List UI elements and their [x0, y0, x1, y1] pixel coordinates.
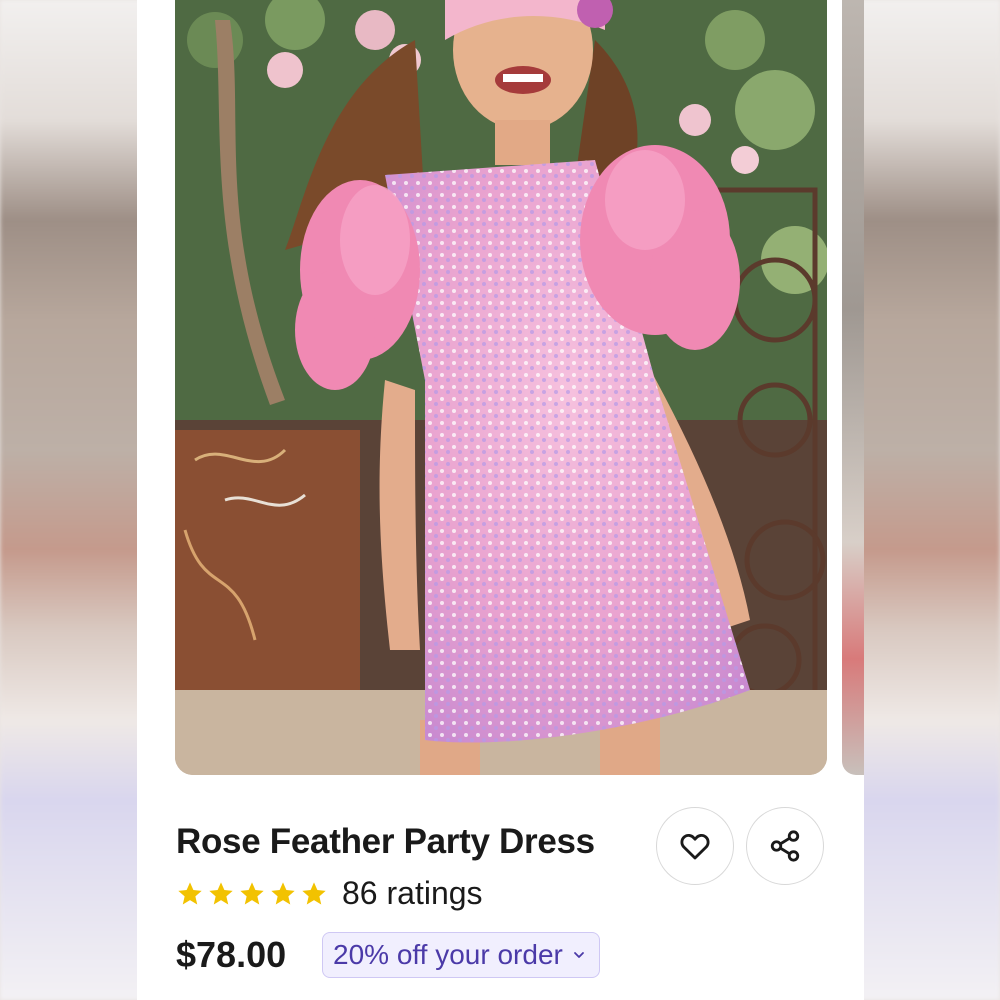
product-card: Rose Feather Party Dress 86 ratings $78.… — [137, 0, 864, 1000]
star-rating — [176, 880, 328, 908]
next-product-image-peek[interactable] — [842, 0, 864, 775]
star-icon — [240, 881, 264, 904]
share-button[interactable] — [746, 807, 824, 885]
product-price: $78.00 — [176, 934, 287, 975]
promo-discount-dropdown[interactable]: 20% off your order — [322, 932, 600, 978]
heart-icon — [680, 833, 710, 860]
share-icon — [770, 830, 800, 862]
favorite-button[interactable] — [656, 807, 734, 885]
star-icon — [271, 881, 295, 904]
product-image[interactable] — [175, 0, 827, 775]
star-icon — [209, 881, 233, 904]
rating-summary[interactable]: 86 ratings — [176, 875, 483, 912]
product-title: Rose Feather Party Dress — [176, 822, 595, 861]
promo-label: 20% off your order — [333, 939, 563, 970]
product-photo-illustration — [175, 0, 827, 775]
star-icon — [178, 881, 202, 904]
star-icon — [302, 881, 326, 904]
chevron-down-icon — [573, 952, 584, 958]
ratings-count: 86 ratings — [342, 875, 483, 911]
